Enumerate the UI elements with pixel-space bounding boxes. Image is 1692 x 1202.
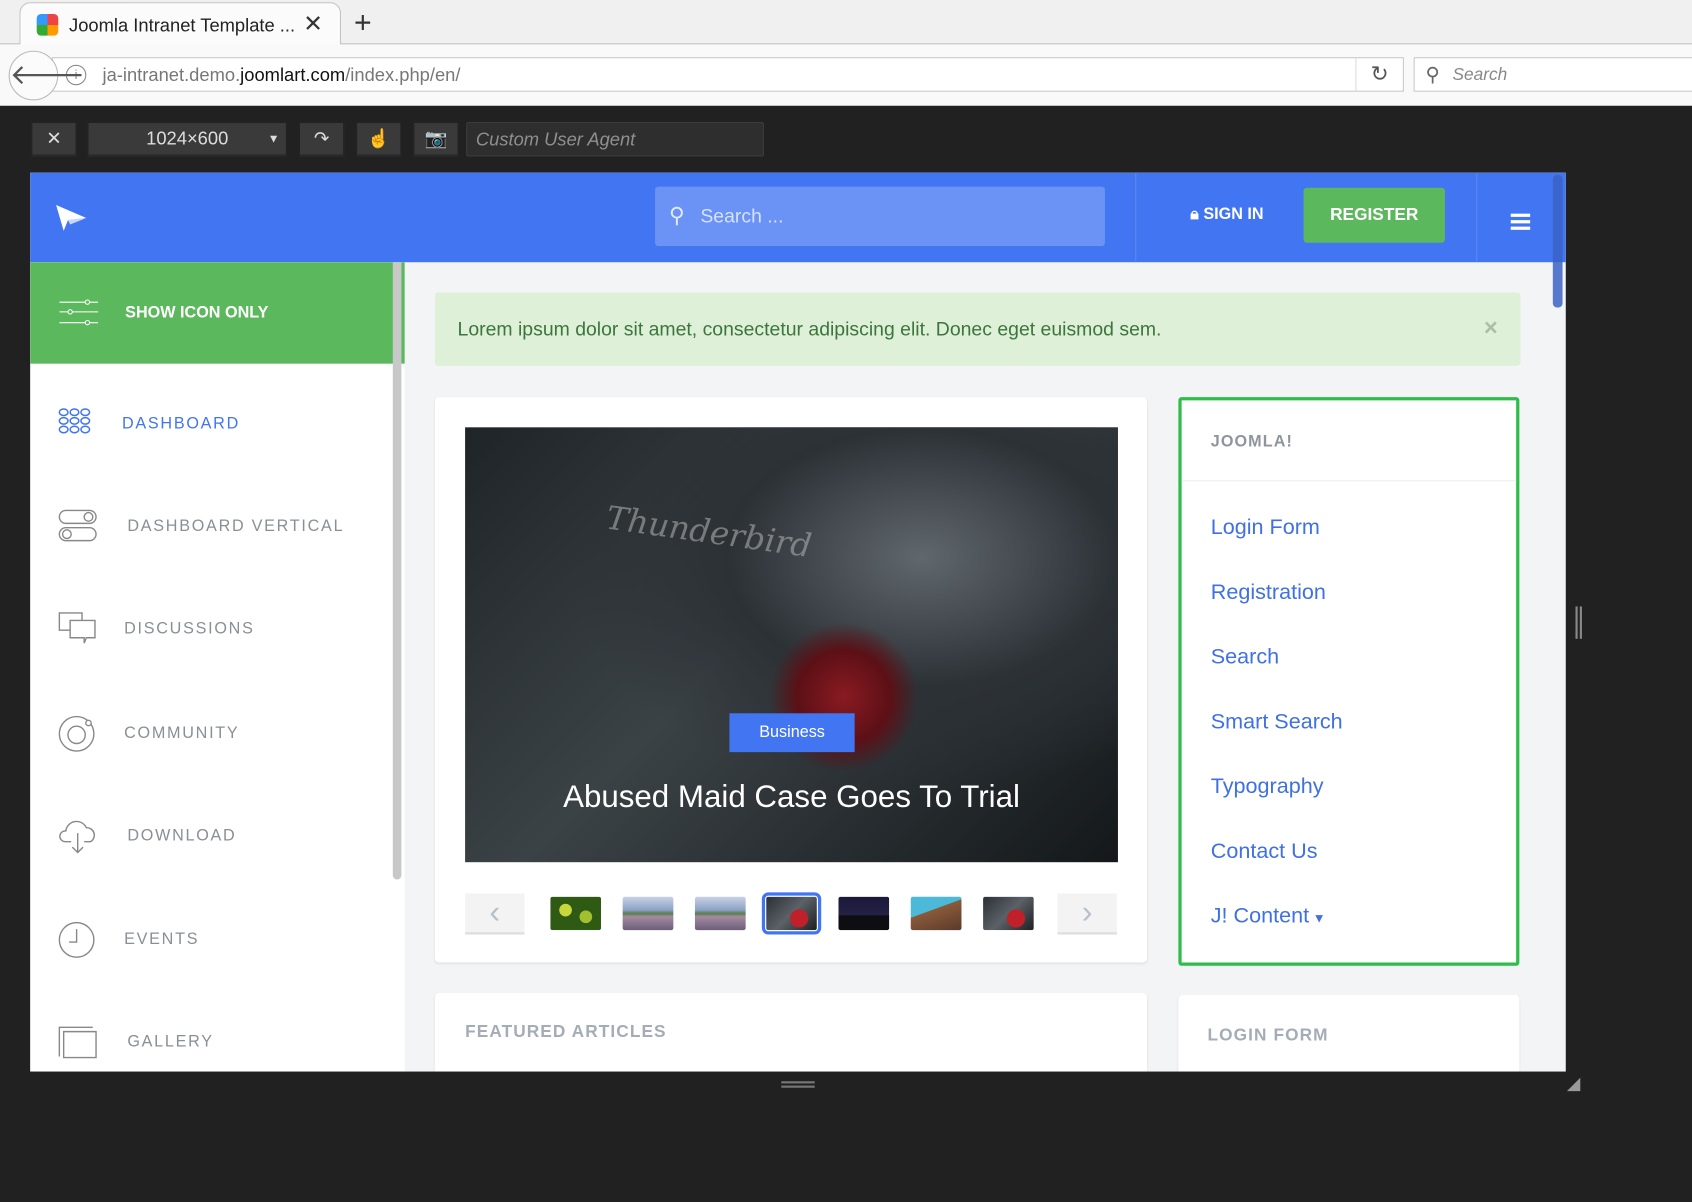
link-login-form[interactable]: Login Form: [1211, 516, 1320, 541]
screenshot-button[interactable]: 📷: [413, 121, 459, 157]
close-alert-icon[interactable]: ×: [1484, 314, 1498, 342]
sidebar-item-download[interactable]: DOWNLOAD: [30, 805, 391, 870]
close-tab-icon[interactable]: ✕: [303, 10, 323, 38]
search-icon: ⚲: [669, 203, 685, 228]
search-icon: ⚲: [1425, 63, 1440, 86]
sidebar: SHOW ICON ONLY DASHBOARD DASHBOARD VERTI…: [30, 262, 405, 1072]
category-badge[interactable]: Business: [729, 713, 855, 753]
login-form-card: LOGIN FORM: [1178, 994, 1520, 1072]
chat-icon: [58, 612, 96, 644]
slide-thumbnail[interactable]: [838, 896, 890, 931]
rotate-button[interactable]: ↷: [298, 121, 345, 157]
car-script-text: Thunderbird: [603, 499, 814, 566]
resize-grip-icon[interactable]: ◢: [1567, 1073, 1580, 1095]
resize-handle-right[interactable]: [1575, 606, 1582, 639]
alert-success: Lorem ipsum dolor sit amet, consectetur …: [434, 292, 1521, 366]
page-viewport: ⚲ Search ... 🔒︎ SIGN IN REGISTER SHOW ICO…: [30, 172, 1566, 1072]
sidebar-scrollbar[interactable]: [392, 262, 402, 880]
back-button[interactable]: 🡐: [8, 50, 85, 101]
caret-down-icon: ▼: [1309, 910, 1326, 926]
link-registration[interactable]: Registration: [1211, 581, 1326, 606]
slide-thumbnail[interactable]: [910, 896, 962, 931]
sidebar-item-gallery[interactable]: GALLERY: [30, 1011, 391, 1071]
prev-arrow-icon[interactable]: ‹: [465, 893, 525, 935]
chevron-down-icon: ▼: [267, 132, 280, 146]
register-button[interactable]: REGISTER: [1303, 187, 1445, 243]
sliders-icon: [59, 299, 99, 326]
link-search[interactable]: Search: [1211, 645, 1279, 670]
toggles-icon: [58, 509, 97, 542]
alert-text: Lorem ipsum dolor sit amet, consectetur …: [457, 318, 1162, 340]
sidebar-item-discussions[interactable]: DISCUSSIONS: [30, 598, 391, 663]
joomla-menu-panel: JOOMLA! Login Form Registration Search S…: [1178, 397, 1520, 966]
link-contact-us[interactable]: Contact Us: [1211, 840, 1318, 865]
site-header: ⚲ Search ... 🔒︎ SIGN IN REGISTER: [30, 172, 1566, 308]
browser-window: Joomla Intranet Template ... ✕ + 🡐 i ja-…: [0, 0, 1692, 1202]
sidebar-item-dashboard[interactable]: DASHBOARD: [30, 393, 391, 458]
slider-main-image[interactable]: Thunderbird Business Abused Maid Case Go…: [465, 427, 1118, 863]
paper-plane-logo-icon[interactable]: [55, 203, 87, 233]
gallery-icon: [58, 1026, 97, 1059]
login-heading: LOGIN FORM: [1207, 1026, 1329, 1045]
slide-thumbnail[interactable]: [694, 896, 746, 931]
lock-icon: 🔒︎: [1190, 205, 1204, 224]
hamburger-menu-icon[interactable]: [1510, 213, 1531, 233]
resize-handle-bottom[interactable]: [781, 1081, 815, 1088]
cloud-download-icon: [59, 820, 95, 854]
sidebar-item-community[interactable]: COMMUNITY: [30, 702, 391, 767]
divider: [1476, 172, 1478, 263]
divider: [1135, 172, 1137, 263]
link-typography[interactable]: Typography: [1211, 775, 1324, 800]
close-responsive-button[interactable]: ✕: [31, 121, 77, 157]
slider-card: Thunderbird Business Abused Maid Case Go…: [434, 397, 1148, 963]
show-icon-only-label: SHOW ICON ONLY: [125, 303, 269, 322]
featured-heading: FEATURED ARTICLES: [465, 1022, 667, 1042]
link-j-content[interactable]: J! Content ▼: [1211, 904, 1326, 929]
slide-thumbnail[interactable]: [550, 896, 602, 931]
slide-thumbnail[interactable]: [983, 896, 1034, 931]
new-tab-button[interactable]: +: [354, 5, 372, 40]
slide-thumbnail-selected[interactable]: [761, 892, 822, 935]
reload-icon[interactable]: ↻: [1355, 58, 1402, 91]
grid-icon: [58, 408, 91, 434]
joomla-favicon-icon: [36, 14, 59, 36]
panel-heading: JOOMLA!: [1210, 432, 1293, 452]
browser-search-input[interactable]: ⚲ Search: [1413, 57, 1692, 92]
url-text: ja-intranet.demo.joomlart.com/index.php/…: [102, 64, 461, 86]
orbit-icon: [58, 715, 95, 752]
slide-title[interactable]: Abused Maid Case Goes To Trial: [465, 780, 1118, 816]
next-arrow-icon[interactable]: ›: [1057, 893, 1117, 935]
show-icon-only-toggle[interactable]: SHOW ICON ONLY: [30, 262, 405, 364]
divider: [1181, 480, 1517, 482]
tab-title: Joomla Intranet Template ...: [69, 15, 296, 36]
sign-in-link[interactable]: 🔒︎ SIGN IN: [1190, 205, 1263, 223]
link-smart-search[interactable]: Smart Search: [1211, 710, 1343, 735]
sidebar-item-events[interactable]: EVENTS: [30, 909, 391, 974]
header-search-input[interactable]: ⚲ Search ...: [655, 186, 1105, 247]
slide-thumbnail[interactable]: [622, 896, 674, 931]
url-bar[interactable]: i ja-intranet.demo.joomlart.com/index.ph…: [51, 57, 1404, 92]
user-agent-input[interactable]: Custom User Agent: [466, 121, 765, 157]
featured-articles-card: FEATURED ARTICLES: [434, 992, 1148, 1072]
sidebar-item-dashboard-vertical[interactable]: DASHBOARD VERTICAL: [30, 495, 391, 560]
clock-icon: [58, 921, 95, 958]
page-scrollbar[interactable]: [1552, 174, 1563, 308]
touch-button[interactable]: ☝: [356, 121, 402, 157]
browser-tab[interactable]: Joomla Intranet Template ... ✕: [19, 2, 341, 46]
viewport-select[interactable]: 1024×600 ▼: [87, 121, 288, 157]
